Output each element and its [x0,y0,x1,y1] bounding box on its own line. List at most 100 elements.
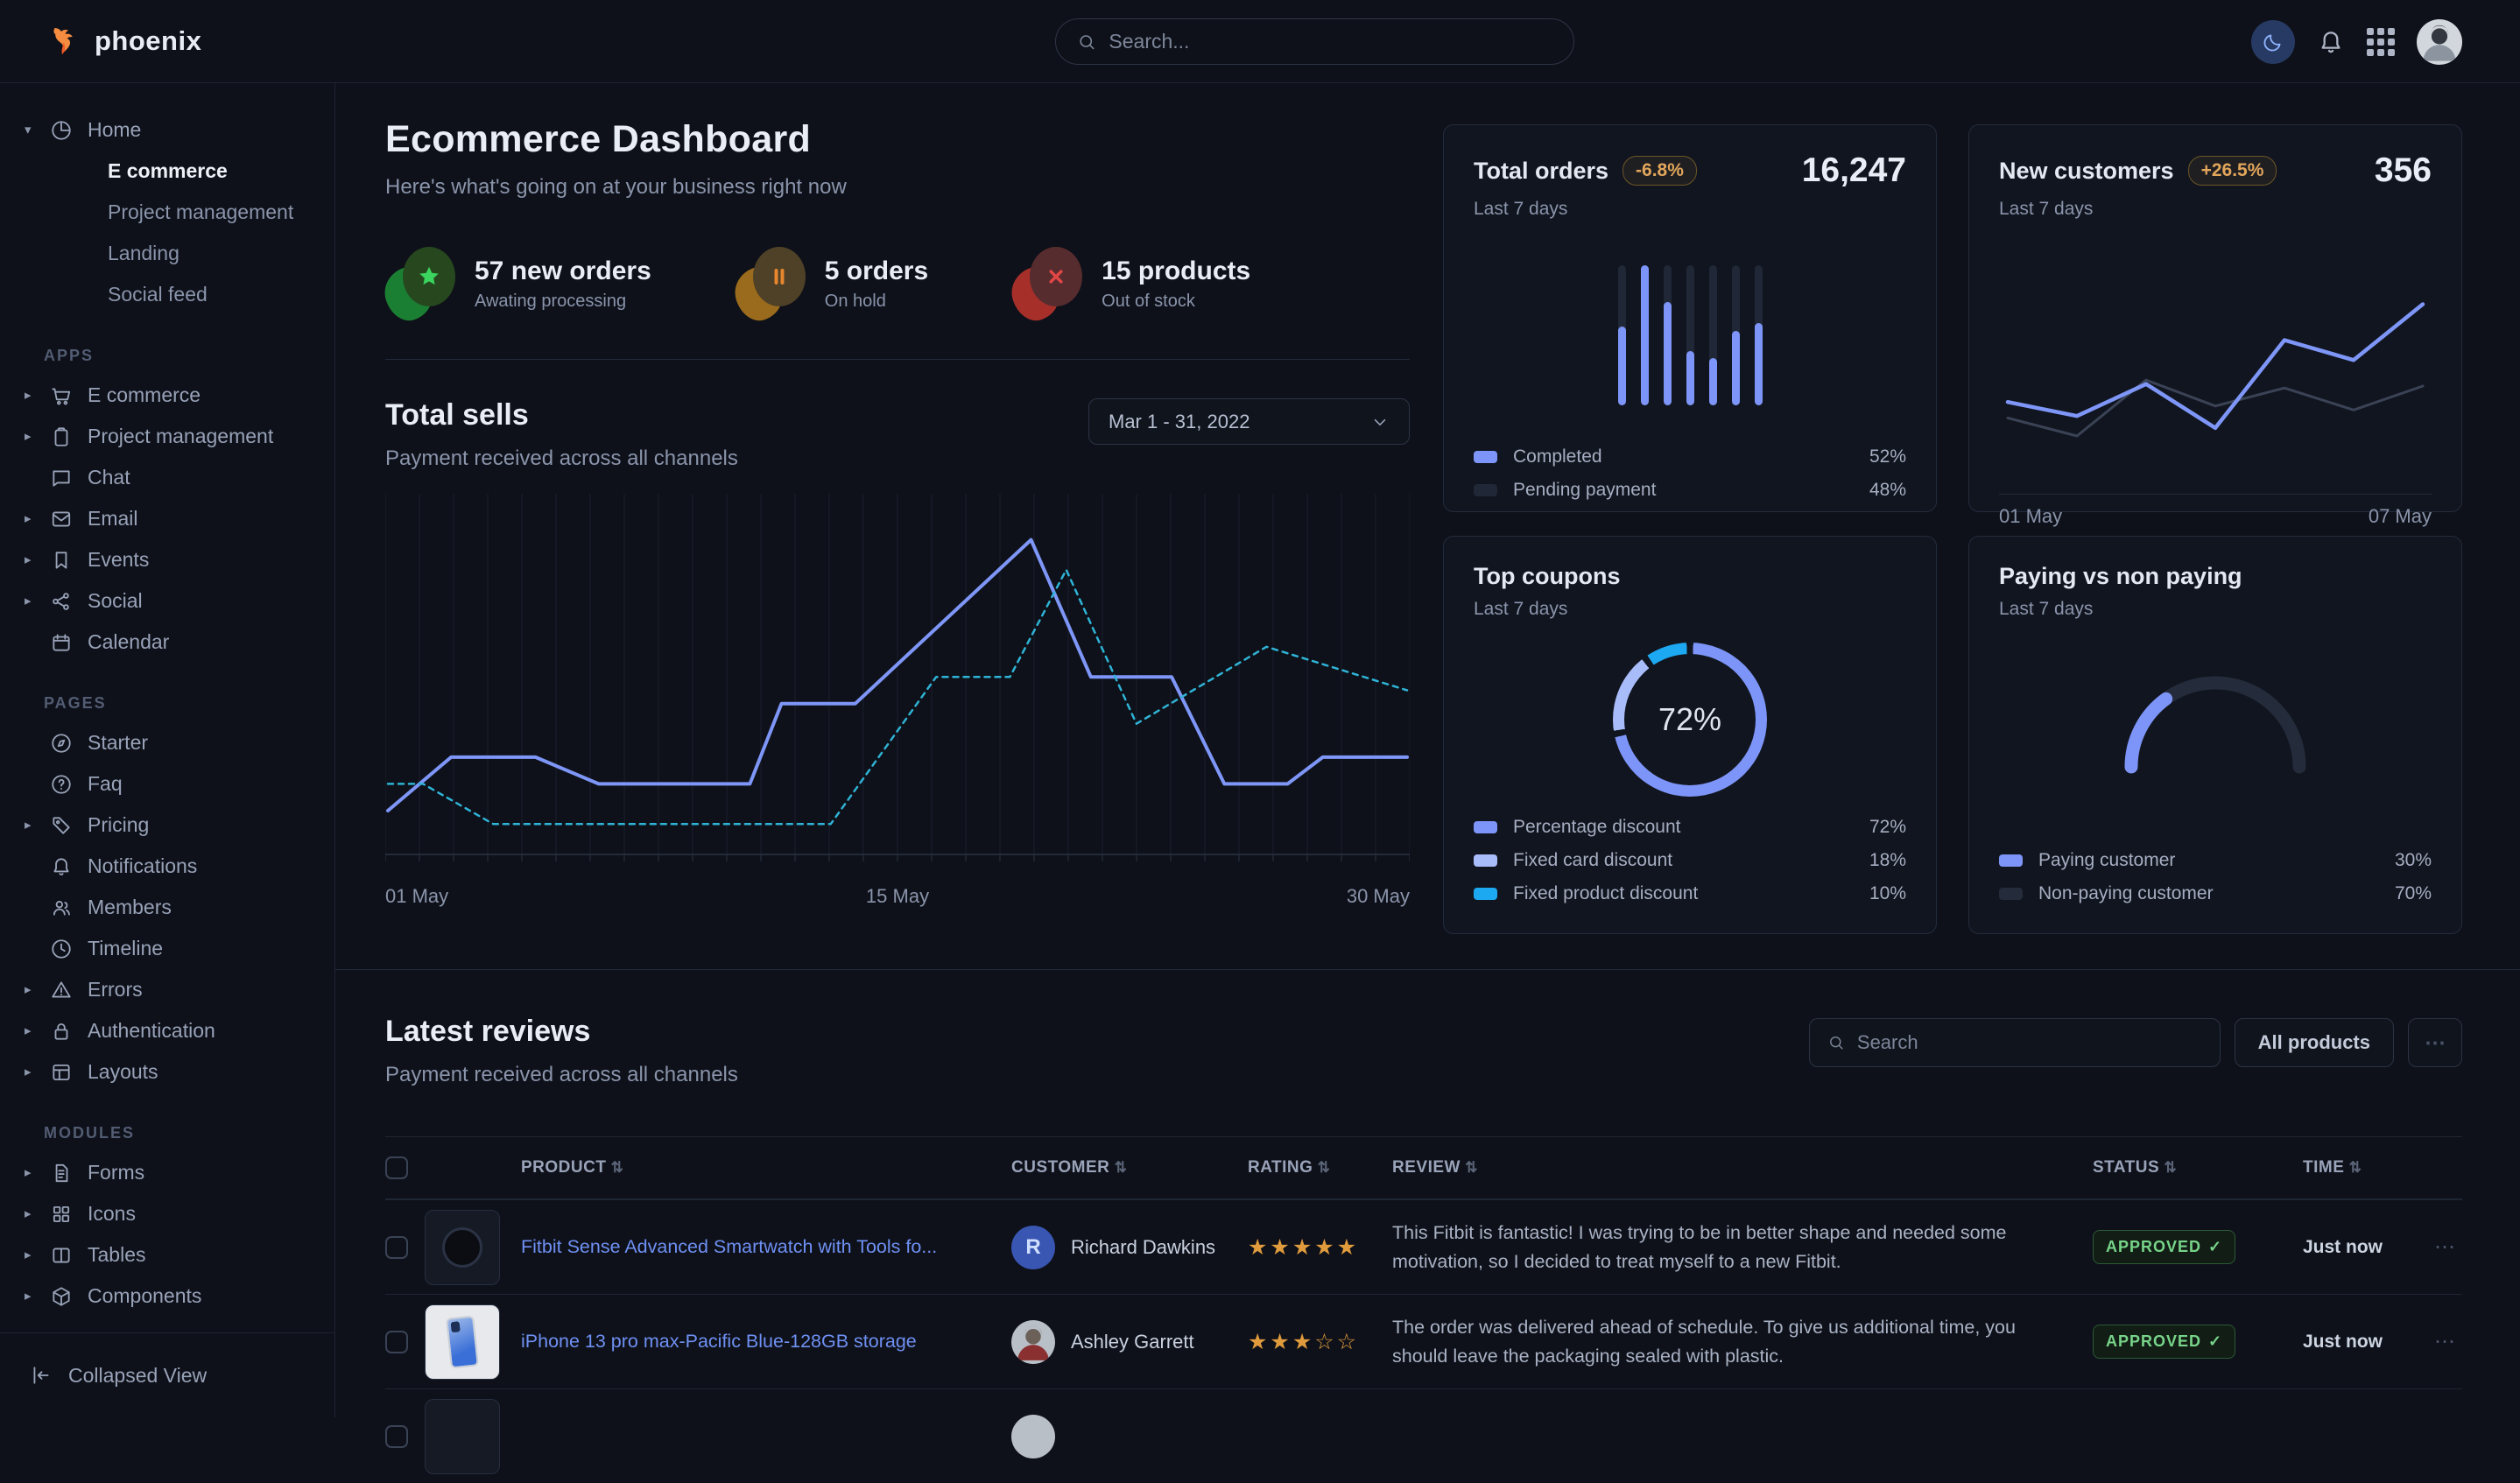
topbar: phoenix [0,0,2520,83]
table-row: iPhone 13 pro max-Pacific Blue-128GB sto… [385,1294,2462,1388]
sidebar-subitem-ecommerce[interactable]: E commerce [25,151,334,192]
sidebar-item-email[interactable]: Email [25,498,334,539]
new-customers-value: 356 [2375,151,2432,190]
collapse-icon [30,1364,53,1387]
product-link[interactable]: Fitbit Sense Advanced Smartwatch with To… [521,1236,1011,1258]
more-options-button[interactable] [2408,1018,2462,1067]
reviews-search-input[interactable] [1857,1031,2202,1054]
sidebar-item-calendar[interactable]: Calendar [25,622,334,663]
caret-right-icon [25,1290,35,1303]
caret-right-icon [25,983,35,996]
layout-icon [50,1061,73,1084]
row-menu-button[interactable] [2434,1329,2462,1354]
table-row [385,1388,2462,1483]
column-rating[interactable]: RATING [1248,1158,1392,1177]
sidebar-item-authentication[interactable]: Authentication [25,1010,334,1051]
sidebar-item-notifications[interactable]: Notifications [25,846,334,887]
caret-right-icon [25,1248,35,1262]
sidebar-section-modules: MODULES [25,1093,334,1152]
sidebar-subitem-project-management[interactable]: Project management [25,192,334,233]
theme-toggle-button[interactable] [2251,20,2295,64]
row-checkbox[interactable] [385,1236,408,1259]
sidebar-item-chat[interactable]: Chat [25,457,334,498]
apps-menu-button[interactable] [2367,28,2395,56]
reviews-table: PRODUCT CUSTOMER RATING REVIEW STATUS TI… [385,1136,2462,1483]
card-period: Last 7 days [1474,599,1906,620]
product-thumbnail [425,1399,500,1474]
total-orders-value: 16,247 [1802,151,1906,190]
sidebar-item-faq[interactable]: Faq [25,763,334,805]
sidebar-item-components[interactable]: Components [25,1276,334,1317]
main-content: Ecommerce Dashboard Here's what's going … [335,83,2520,1417]
sidebar-item-timeline[interactable]: Timeline [25,928,334,969]
new-customers-card: New customers +26.5% 356 Last 7 days 01 … [1968,124,2462,512]
clipboard-icon [50,425,73,448]
customer-cell: R Richard Dawkins [1011,1226,1248,1269]
bookmark-icon [50,549,73,572]
bell-icon [2317,28,2345,56]
column-status[interactable]: STATUS [2093,1158,2303,1177]
sidebar-section-pages: PAGES [25,663,334,722]
sidebar-item-project-management[interactable]: Project management [25,416,334,457]
legend-swatch [1474,451,1497,463]
stat-orders-on-hold: 5 orders On hold [736,247,928,320]
sidebar-nav: Home E commerce Project management Landi… [0,83,334,1332]
users-icon [50,896,73,919]
caret-right-icon [25,819,35,832]
column-customer[interactable]: CUSTOMER [1011,1158,1248,1177]
caret-right-icon [25,1024,35,1037]
column-time[interactable]: TIME [2303,1158,2434,1177]
sidebar-item-pricing[interactable]: Pricing [25,805,334,846]
legend-swatch [1474,484,1497,496]
sidebar-subitem-social-feed[interactable]: Social feed [25,274,334,315]
page-subtitle: Here's what's going on at your business … [385,175,1410,200]
sidebar-item-starter[interactable]: Starter [25,722,334,763]
compass-icon [50,732,73,755]
legend-swatch [1474,821,1497,833]
sidebar-item-members[interactable]: Members [25,887,334,928]
sidebar-item-errors[interactable]: Errors [25,969,334,1010]
sidebar-item-tables[interactable]: Tables [25,1234,334,1276]
sidebar-item-icons[interactable]: Icons [25,1193,334,1234]
collapse-view-toggle[interactable]: Collapsed View [0,1332,334,1417]
brand-logo[interactable]: phoenix [0,24,201,59]
grid-icon [2367,28,2395,56]
sidebar-item-events[interactable]: Events [25,539,334,580]
rating-stars: ★★★☆☆ [1248,1329,1392,1355]
new-customers-x-axis: 01 May 07 May [1999,494,2432,528]
row-checkbox[interactable] [385,1331,408,1353]
sidebar-item-home[interactable]: Home [25,109,334,151]
customer-avatar[interactable] [1011,1320,1055,1364]
legend-swatch [1474,888,1497,900]
legend-swatch [1999,888,2023,900]
select-all-checkbox[interactable] [385,1156,408,1179]
column-product[interactable]: PRODUCT [521,1158,1011,1177]
notifications-button[interactable] [2317,28,2345,56]
global-search-input[interactable] [1109,30,1552,53]
all-products-button[interactable]: All products [2235,1018,2394,1067]
avatar-photo [2417,19,2462,65]
top-coupons-donut-chart: 72% [1613,643,1767,797]
legend-percentage-discount: Percentage discount 72% [1474,811,1906,844]
user-avatar[interactable] [2417,19,2462,65]
row-menu-button[interactable] [2434,1234,2462,1260]
caret-right-icon [25,512,35,525]
product-link[interactable]: iPhone 13 pro max-Pacific Blue-128GB sto… [521,1331,1011,1353]
sidebar-item-ecommerce[interactable]: E commerce [25,375,334,416]
ellipsis-icon [2425,1031,2446,1055]
sidebar-item-layouts[interactable]: Layouts [25,1051,334,1093]
global-search[interactable] [1055,18,1574,65]
column-review[interactable]: REVIEW [1392,1158,2093,1177]
sidebar-item-social[interactable]: Social [25,580,334,622]
rating-stars: ★★★★★ [1248,1234,1392,1261]
sidebar-item-forms[interactable]: Forms [25,1152,334,1193]
customer-avatar[interactable]: R [1011,1226,1055,1269]
on-hold-blob-icon [736,247,806,320]
status-badge: APPROVED [2093,1230,2235,1264]
moon-icon [2262,31,2284,53]
card-period: Last 7 days [1999,199,2432,220]
row-checkbox[interactable] [385,1425,408,1448]
date-range-select[interactable]: Mar 1 - 31, 2022 [1088,398,1410,445]
reviews-search[interactable] [1809,1018,2221,1067]
sidebar-subitem-landing[interactable]: Landing [25,233,334,274]
